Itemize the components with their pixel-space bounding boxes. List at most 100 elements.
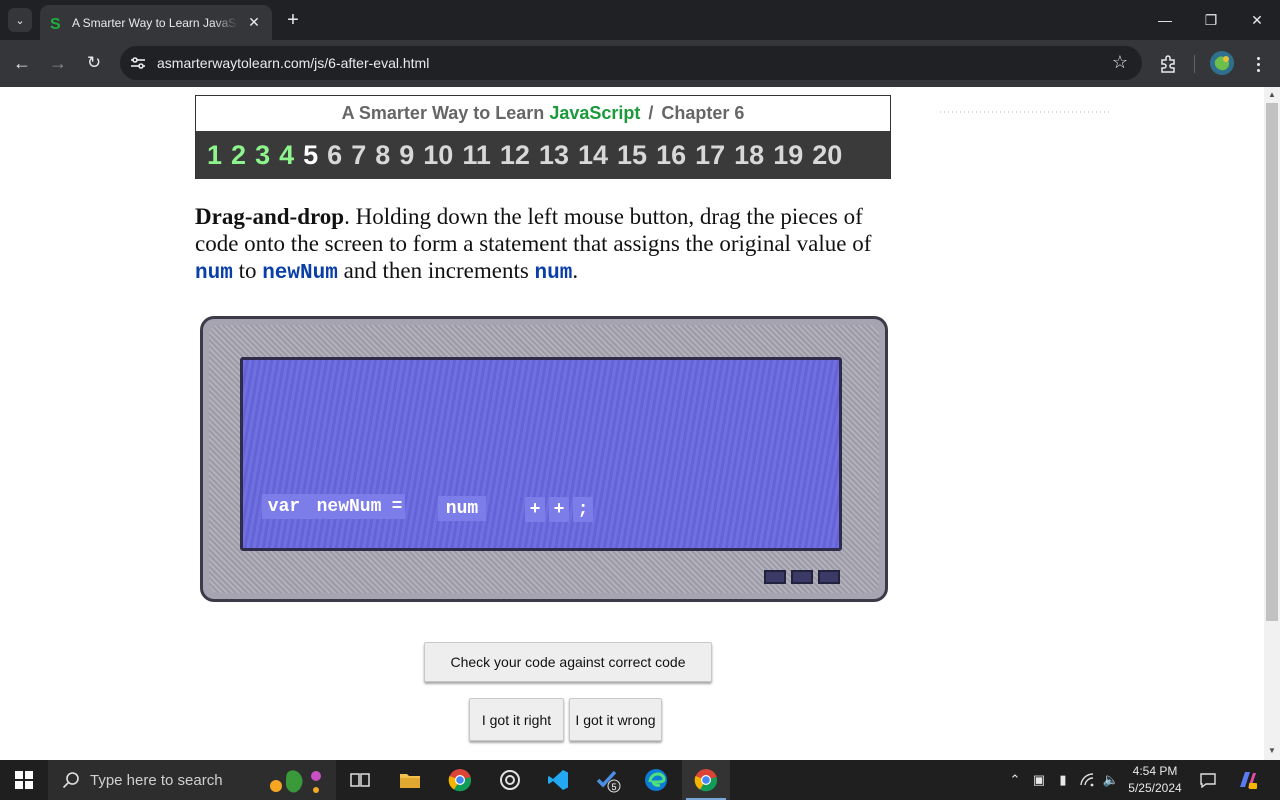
url-text[interactable]: asmarterwaytolearn.com/js/6-after-eval.h… <box>157 55 429 71</box>
show-hidden-icons-chevron-icon[interactable]: ⌃ <box>1004 760 1026 800</box>
instructions-lead: Drag-and-drop <box>195 204 345 229</box>
clock-time: 4:54 PM <box>1132 764 1178 778</box>
bookmark-star-icon[interactable]: ☆ <box>1112 52 1128 73</box>
course-title: A Smarter Way to Learn JavaScript / Chap… <box>196 96 890 131</box>
scroll-up-arrow-icon[interactable]: ▲ <box>1267 90 1277 100</box>
task-view-icon[interactable] <box>336 760 384 800</box>
code-tile-plus[interactable]: + <box>549 497 569 522</box>
taskbar-clock[interactable]: 4:54 PM 5/25/2024 <box>1122 763 1188 797</box>
profile-avatar[interactable] <box>1210 51 1234 75</box>
code-tile-newnum[interactable]: newNum <box>306 494 392 519</box>
course-header: A Smarter Way to Learn JavaScript / Chap… <box>195 95 891 179</box>
code-tile-num[interactable]: num <box>438 496 486 521</box>
code-tile-equals[interactable]: = <box>389 494 405 519</box>
toolbar-separator <box>1194 55 1195 73</box>
got-it-wrong-button[interactable]: I got it wrong <box>569 698 662 741</box>
back-arrow-icon[interactable]: ← <box>8 50 36 76</box>
copilot-icon[interactable] <box>1232 760 1262 800</box>
clock-date: 5/25/2024 <box>1128 781 1182 795</box>
chapter-link-6[interactable]: 6 <box>327 141 342 169</box>
title-javascript[interactable]: JavaScript <box>549 103 640 124</box>
chapter-link-14[interactable]: 14 <box>578 141 608 169</box>
windows-start-button[interactable] <box>0 760 48 800</box>
code-tile-var[interactable]: var <box>262 494 306 519</box>
chapter-link-4[interactable]: 4 <box>279 141 294 169</box>
close-window-button[interactable]: ✕ <box>1234 0 1280 40</box>
chapter-link-18[interactable]: 18 <box>734 141 764 169</box>
chapter-link-11[interactable]: 11 <box>462 141 491 169</box>
got-it-right-button[interactable]: I got it right <box>469 698 564 741</box>
notifications-icon[interactable] <box>1196 760 1220 800</box>
chapter-link-12[interactable]: 12 <box>500 141 530 169</box>
chapter-link-5[interactable]: 5 <box>303 141 318 169</box>
instructions-text: . <box>572 258 579 283</box>
browser-tab-bar: ⌄ S A Smarter Way to Learn JavaScript ✕ … <box>0 0 1280 40</box>
address-bar[interactable]: asmarterwaytolearn.com/js/6-after-eval.h… <box>120 46 1142 80</box>
exercise-instructions: Drag-and-drop. Holding down the left mou… <box>195 203 900 287</box>
chapter-link-20[interactable]: 20 <box>812 141 842 169</box>
page-viewport: A Smarter Way to Learn JavaScript / Chap… <box>0 87 1264 760</box>
page-scrollbar[interactable]: ▲ ▼ <box>1264 87 1280 760</box>
browser-tab-active[interactable]: S A Smarter Way to Learn JavaScript ✕ <box>40 5 272 40</box>
chapter-link-15[interactable]: 15 <box>617 141 647 169</box>
code-newnum: newNum <box>262 262 338 285</box>
restore-button[interactable]: ❐ <box>1188 0 1234 40</box>
windows-taskbar: Type here to search 5 ⌃ ▣ ▮ 🔈 4:54 PM 5/… <box>0 760 1280 800</box>
forward-arrow-icon[interactable]: → <box>44 50 72 76</box>
tab-search-button[interactable]: ⌄ <box>8 8 32 32</box>
windows-logo-icon <box>15 771 33 789</box>
code-num: num <box>195 262 233 285</box>
chapter-link-10[interactable]: 10 <box>423 141 453 169</box>
todo-badge-count: 5 <box>611 782 616 792</box>
green-s-icon: S <box>48 15 64 31</box>
chatgpt-icon[interactable] <box>486 760 534 800</box>
vscode-icon[interactable] <box>534 760 582 800</box>
chapter-link-7[interactable]: 7 <box>351 141 366 169</box>
title-separator: / <box>648 103 654 123</box>
search-placeholder: Type here to search <box>90 771 223 789</box>
chapter-link-17[interactable]: 17 <box>695 141 725 169</box>
reload-icon[interactable]: ↻ <box>80 50 108 76</box>
site-settings-icon[interactable] <box>128 54 148 72</box>
scroll-down-arrow-icon[interactable]: ▼ <box>1267 746 1277 756</box>
meet-now-icon[interactable]: ▣ <box>1028 760 1050 800</box>
code-num: num <box>534 262 573 285</box>
monitor-vents <box>764 570 840 584</box>
volume-icon[interactable]: 🔈 <box>1100 760 1122 800</box>
dotted-decoration <box>940 111 1110 113</box>
check-code-button[interactable]: Check your code against correct code <box>424 642 712 682</box>
wifi-icon[interactable] <box>1076 760 1100 800</box>
taskbar-search-box[interactable]: Type here to search <box>48 760 336 800</box>
file-explorer-icon[interactable] <box>386 760 434 800</box>
svg-text:S: S <box>50 16 61 31</box>
chevron-down-icon: ⌄ <box>15 14 25 27</box>
search-highlight-icon <box>270 770 321 793</box>
browser-menu-icon[interactable] <box>1248 52 1268 76</box>
chapter-link-16[interactable]: 16 <box>656 141 686 169</box>
instructions-text: to <box>232 258 263 283</box>
chapter-link-13[interactable]: 13 <box>539 141 569 169</box>
search-icon <box>62 772 79 789</box>
chrome-active-icon[interactable] <box>682 760 730 800</box>
title-prefix: A Smarter Way to Learn <box>341 103 545 123</box>
battery-icon[interactable]: ▮ <box>1052 760 1074 800</box>
chapter-link-2[interactable]: 2 <box>231 141 246 169</box>
tab-title: A Smarter Way to Learn JavaScript <box>72 15 238 30</box>
code-tile-plus[interactable]: + <box>525 497 545 522</box>
chapter-nav: 1 2 3 4 5 6 7 8 9 10 11 12 13 14 15 16 17 18 19 20 <box>196 131 890 179</box>
chapter-link-3[interactable]: 3 <box>255 141 270 169</box>
chapter-link-1[interactable]: 1 <box>207 141 222 169</box>
close-tab-icon[interactable]: ✕ <box>246 14 262 31</box>
code-tile-semicolon[interactable]: ; <box>573 497 593 522</box>
scroll-thumb[interactable] <box>1266 103 1278 621</box>
minimize-button[interactable]: — <box>1142 0 1188 40</box>
todo-app-icon[interactable]: 5 <box>584 760 632 800</box>
chapter-link-19[interactable]: 19 <box>773 141 803 169</box>
chapter-label: Chapter 6 <box>661 103 745 123</box>
chapter-link-9[interactable]: 9 <box>399 141 414 169</box>
new-tab-button[interactable]: + <box>282 9 304 31</box>
chrome-icon[interactable] <box>436 760 484 800</box>
edge-icon[interactable] <box>632 760 680 800</box>
chapter-link-8[interactable]: 8 <box>375 141 390 169</box>
extensions-puzzle-icon[interactable] <box>1156 52 1180 76</box>
